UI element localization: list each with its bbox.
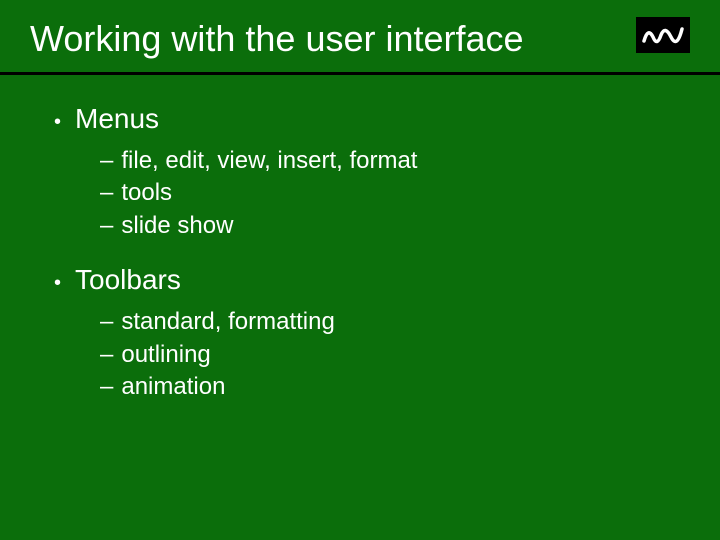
sub-label: tools	[121, 177, 172, 209]
bullet-dot: •	[54, 272, 61, 295]
slide-title: Working with the user interface	[30, 18, 524, 60]
dash: –	[100, 339, 113, 371]
title-area: Working with the user interface	[0, 0, 720, 72]
sub-label: slide show	[121, 210, 233, 242]
sub-item: – slide show	[100, 210, 670, 242]
sub-label: file, edit, view, insert, format	[121, 145, 417, 177]
dash: –	[100, 306, 113, 338]
sub-label: animation	[121, 371, 225, 403]
dash: –	[100, 177, 113, 209]
bullet-label: Menus	[75, 103, 159, 135]
sub-list: – standard, formatting – outlining – ani…	[100, 306, 670, 403]
sub-label: standard, formatting	[121, 306, 334, 338]
sub-label: outlining	[121, 339, 210, 371]
sub-list: – file, edit, view, insert, format – too…	[100, 145, 670, 242]
dash: –	[100, 145, 113, 177]
bullet-item: • Toolbars	[50, 264, 670, 296]
sub-item: – animation	[100, 371, 670, 403]
dash: –	[100, 371, 113, 403]
dash: –	[100, 210, 113, 242]
sub-item: – tools	[100, 177, 670, 209]
sub-item: – file, edit, view, insert, format	[100, 145, 670, 177]
sub-item: – standard, formatting	[100, 306, 670, 338]
bullet-dot: •	[54, 111, 61, 134]
bullet-label: Toolbars	[75, 264, 181, 296]
bullet-item: • Menus	[50, 103, 670, 135]
scribble-icon	[636, 17, 690, 53]
slide-content: • Menus – file, edit, view, insert, form…	[0, 75, 720, 403]
sub-item: – outlining	[100, 339, 670, 371]
